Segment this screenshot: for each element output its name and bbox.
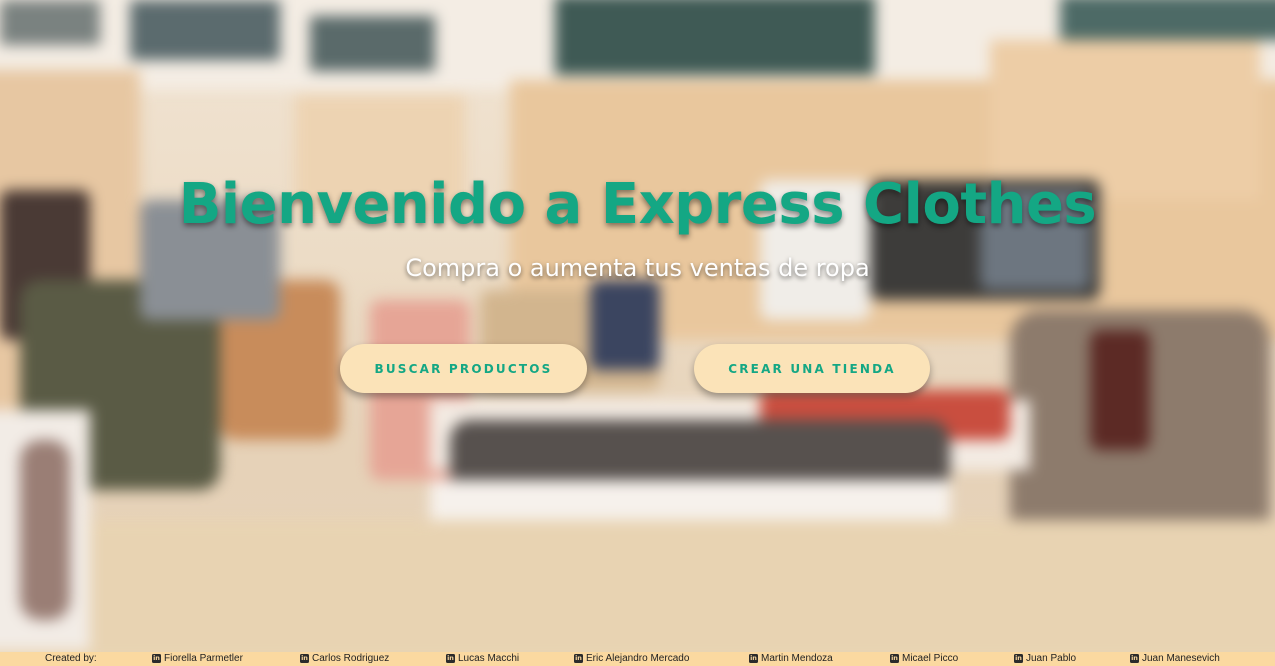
credit-link-juan-manesevich[interactable]: in Juan Manesevich — [1130, 653, 1220, 664]
footer: Created by: in Fiorella Parmetler in Car… — [0, 652, 1275, 666]
credit-name: Carlos Rodriguez — [312, 653, 390, 664]
page-title: Bienvenido a Express Clothes — [178, 172, 1097, 237]
credit-name: Eric Alejandro Mercado — [586, 653, 690, 664]
footer-created-by-label: Created by: — [45, 653, 97, 664]
credit-name: Lucas Macchi — [458, 653, 520, 664]
credit-link-micael[interactable]: in Micael Picco — [890, 653, 958, 664]
credit-link-juan-pablo[interactable]: in Juan Pablo — [1014, 653, 1076, 664]
credit-name: Juan Pablo — [1026, 653, 1077, 664]
linkedin-icon: in — [300, 654, 309, 663]
credit-name: Martin Mendoza — [761, 653, 833, 664]
credit-name: Micael Picco — [902, 653, 959, 664]
linkedin-icon: in — [1130, 654, 1139, 663]
linkedin-icon: in — [152, 654, 161, 663]
search-products-button[interactable]: BUSCAR PRODUCTOS — [340, 344, 587, 393]
linkedin-icon: in — [749, 654, 758, 663]
credit-name: Fiorella Parmetler — [164, 653, 243, 664]
linkedin-icon: in — [574, 654, 583, 663]
linkedin-icon: in — [446, 654, 455, 663]
credit-link-fiorella[interactable]: in Fiorella Parmetler — [152, 653, 243, 664]
credit-link-martin[interactable]: in Martin Mendoza — [749, 653, 833, 664]
credit-link-lucas[interactable]: in Lucas Macchi — [446, 653, 519, 664]
hero-background-image — [0, 0, 1275, 652]
linkedin-icon: in — [1014, 654, 1023, 663]
page-subtitle: Compra o aumenta tus ventas de ropa — [405, 254, 870, 282]
linkedin-icon: in — [890, 654, 899, 663]
credit-name: Juan Manesevich — [1142, 653, 1220, 664]
credit-link-eric[interactable]: in Eric Alejandro Mercado — [574, 653, 689, 664]
create-store-button[interactable]: CREAR UNA TIENDA — [694, 344, 930, 393]
credit-link-carlos[interactable]: in Carlos Rodriguez — [300, 653, 389, 664]
